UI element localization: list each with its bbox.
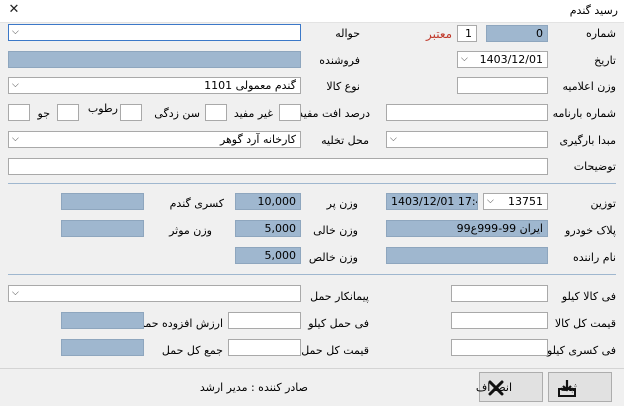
label-fi-kasri-kilo: فی کسری کیلو bbox=[546, 344, 616, 357]
sen-zadegi-input[interactable] bbox=[120, 104, 142, 121]
label-noe-kala: نوع کالا bbox=[326, 80, 360, 93]
mahal-takhlie-value: کارخانه آرد گوهر bbox=[219, 133, 296, 146]
kasri-gandom-field bbox=[61, 193, 144, 210]
tarikh-picker[interactable]: 1403/12/01 ⌵ bbox=[457, 51, 548, 68]
cancel-button[interactable]: انصراف bbox=[476, 372, 543, 402]
label-jam-kol-haml: جمع کل حمل bbox=[161, 344, 223, 357]
label-rotoob: رطوب bbox=[87, 102, 118, 115]
tozin-id-value: 13751 bbox=[508, 195, 543, 208]
close-icon[interactable]: ✕ bbox=[6, 2, 22, 18]
label-tarikh: تاریخ bbox=[594, 54, 616, 67]
vazn-khali-field: 5,000 bbox=[235, 220, 301, 237]
arzesh-afzude-haml-field bbox=[61, 312, 144, 329]
fi-kasri-kilo-input[interactable] bbox=[451, 339, 548, 356]
label-peymankar-haml: پیمانکار حمل bbox=[310, 290, 369, 303]
chevron-down-icon: ⌵ bbox=[461, 54, 468, 64]
gheymat-kol-kala-input[interactable] bbox=[451, 312, 548, 329]
label-mahal-takhlie: محل تخلیه bbox=[321, 134, 369, 147]
label-gheymat-kol-kala: قیمت کل کالا bbox=[554, 317, 616, 330]
label-vazn-khales: وزن خالص bbox=[308, 251, 358, 264]
issuer-label: صادر کننده : مدیر ارشد bbox=[199, 381, 308, 394]
havale-count-field[interactable]: 1 bbox=[457, 25, 477, 42]
save-icon bbox=[558, 380, 576, 397]
label-nam-ranande: نام راننده bbox=[572, 251, 616, 264]
label-shomare: شماره bbox=[585, 27, 616, 40]
tarikh-value: 1403/12/01 bbox=[479, 53, 543, 66]
nam-ranande-field bbox=[386, 247, 548, 264]
forushande-field bbox=[8, 51, 301, 68]
shomare-barname-input[interactable] bbox=[386, 104, 548, 121]
mahal-takhlie-dropdown[interactable]: کارخانه آرد گوهر ⌵ bbox=[8, 131, 301, 148]
shomare-field: 0 bbox=[486, 25, 548, 42]
label-mabda-bargiri: مبدا بارگیری bbox=[559, 134, 617, 147]
vazn-elamie-input[interactable] bbox=[457, 77, 548, 94]
label-kasri-gandom: کسری گندم bbox=[169, 197, 224, 210]
status-badge: معتبر bbox=[426, 27, 453, 41]
label-gheymat-kol-haml: قیمت کل حمل bbox=[301, 344, 369, 357]
label-jo: جو bbox=[37, 107, 50, 120]
fi-kala-kilo-input[interactable] bbox=[451, 285, 548, 302]
peymankar-haml-dropdown[interactable]: ⌵ bbox=[8, 285, 301, 302]
chevron-down-icon: ⌵ bbox=[12, 27, 19, 37]
chevron-down-icon: ⌵ bbox=[12, 80, 19, 90]
tozin-dropdown[interactable]: 13751 ⌵ bbox=[483, 193, 548, 210]
chevron-down-icon: ⌵ bbox=[487, 196, 494, 206]
chevron-down-icon: ⌵ bbox=[390, 134, 397, 144]
noe-kala-value: 1101 گندم معمولی bbox=[204, 79, 296, 92]
jam-kol-haml-field bbox=[61, 339, 144, 356]
havale-dropdown[interactable]: ⌵ bbox=[8, 24, 301, 41]
label-shomare-barname: شماره بارنامه bbox=[552, 107, 616, 120]
vazn-khales-field: 5,000 bbox=[235, 247, 301, 264]
pelak-field: ایران 99-999ع99 bbox=[386, 220, 548, 237]
jo-input[interactable] bbox=[8, 104, 30, 121]
label-fi-kala-kilo: فی کالا کیلو bbox=[561, 290, 616, 303]
label-tozin: توزین bbox=[590, 197, 617, 210]
gheyr-mofid-input[interactable] bbox=[205, 104, 227, 121]
label-vazn-elamie: وزن اعلامیه bbox=[562, 80, 617, 93]
label-darsad-oft-mofid: درصد افت مفید bbox=[298, 107, 370, 120]
chevron-down-icon: ⌵ bbox=[12, 288, 19, 298]
label-vazn-por: وزن پر bbox=[326, 197, 358, 210]
gheymat-kol-haml-input[interactable] bbox=[228, 339, 301, 356]
section-divider bbox=[8, 183, 616, 184]
cancel-icon bbox=[488, 380, 504, 396]
label-vazn-khali: وزن خالی bbox=[313, 224, 358, 237]
rotoob-input[interactable] bbox=[57, 104, 79, 121]
label-vazn-moaser: وزن موثر bbox=[169, 224, 212, 237]
tozin-datetime-field: 1403/12/01 17:49 bbox=[386, 193, 478, 210]
chevron-down-icon: ⌵ bbox=[12, 134, 19, 144]
window-title: رسید گندم bbox=[569, 4, 618, 17]
section-divider bbox=[8, 274, 616, 275]
tozihat-input[interactable] bbox=[8, 158, 548, 175]
save-button[interactable]: ثبت bbox=[548, 372, 612, 402]
label-fi-haml-kilo: فی حمل کیلو bbox=[308, 317, 369, 330]
noe-kala-dropdown[interactable]: 1101 گندم معمولی ⌵ bbox=[8, 77, 301, 94]
title-bar: رسید گندم ✕ bbox=[0, 0, 624, 23]
label-forushande: فروشنده bbox=[319, 54, 360, 67]
label-gheyr-mofid: غیر مفید bbox=[233, 107, 273, 120]
vazn-moaser-field bbox=[61, 220, 144, 237]
fi-haml-kilo-input[interactable] bbox=[228, 312, 301, 329]
label-havale: حواله bbox=[335, 27, 360, 40]
label-sen-zadegi: سن زدگی bbox=[154, 107, 200, 120]
label-tozihat: توضیحات bbox=[573, 160, 616, 173]
mabda-bargiri-dropdown[interactable]: ⌵ bbox=[386, 131, 548, 148]
label-pelak-khodro: پلاک خودرو bbox=[565, 224, 616, 237]
darsad-oft-mofid-input[interactable] bbox=[279, 104, 301, 121]
label-arzesh-afzude-haml: ارزش افزوده حمل bbox=[137, 317, 223, 330]
vazn-por-field: 10,000 bbox=[235, 193, 301, 210]
